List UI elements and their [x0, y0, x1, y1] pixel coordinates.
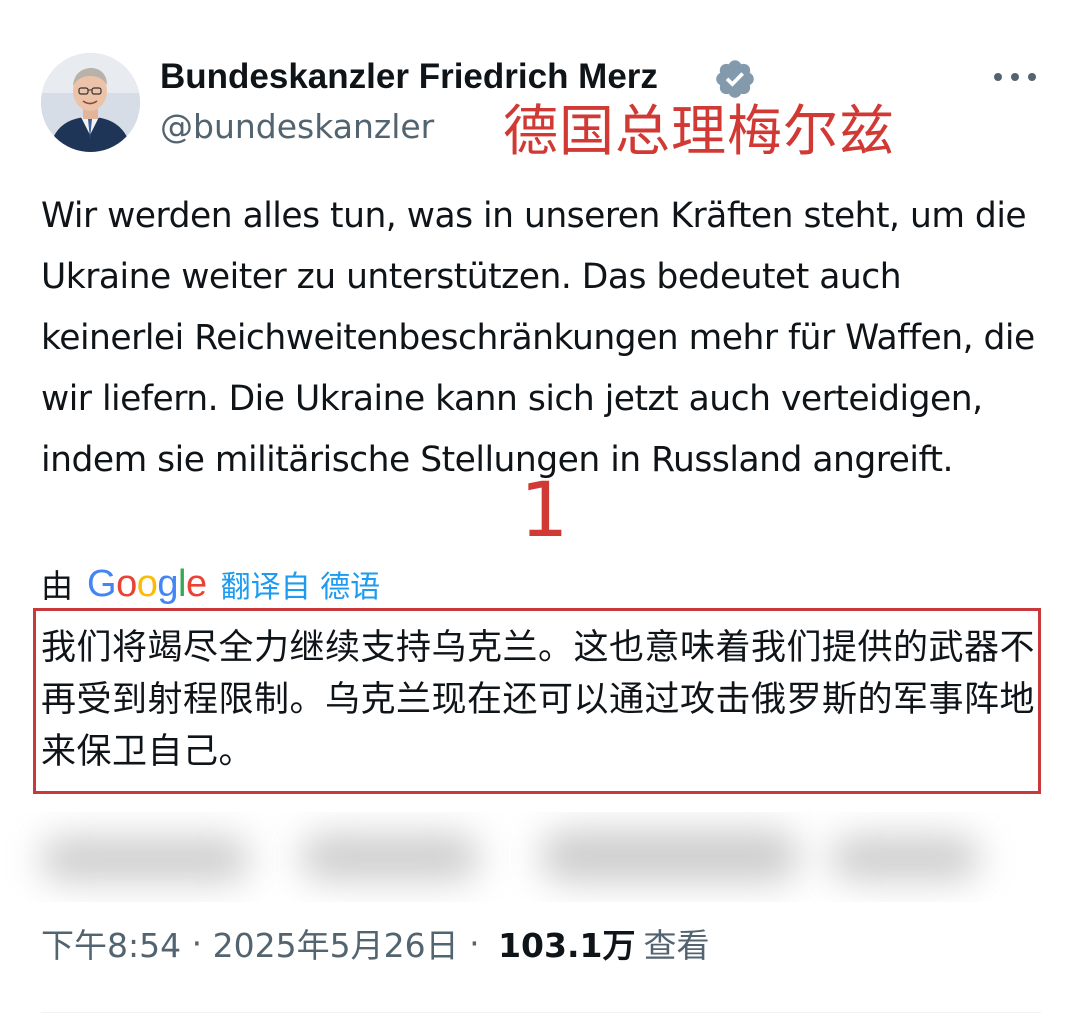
verified-badge-icon — [716, 60, 754, 98]
views-count: 103.1万 — [498, 926, 636, 965]
avatar[interactable] — [41, 53, 140, 152]
tweet-text: Wir werden alles tun, was in unseren Krä… — [41, 196, 1035, 480]
annotation-name-label: 德国总理梅尔兹 — [503, 99, 896, 163]
views-label: 查看 — [643, 926, 710, 965]
google-logo: Google — [87, 562, 207, 605]
tweet-date[interactable]: 2025年5月26日 — [213, 919, 459, 967]
translation-text: 我们将竭尽全力继续支持乌克兰。这也意味着我们提供的武器不再受到射程限制。乌克兰现… — [41, 628, 1036, 772]
divider — [41, 1012, 1041, 1013]
tweet-time[interactable]: 下午8:54 — [41, 919, 181, 967]
meta-separator: · — [458, 923, 491, 963]
translation-attribution: 由 Google 翻译自 德语 — [41, 560, 380, 608]
more-dot — [1028, 73, 1036, 81]
tweet-meta: 下午8:54 · 2025年5月26日 · 103.1万 查看 — [41, 918, 709, 968]
translated-from-link[interactable]: 翻译自 德语 — [221, 562, 381, 606]
more-options-icon[interactable] — [994, 60, 1036, 94]
more-dot — [994, 73, 1002, 81]
translated-by-label: 由 — [41, 567, 74, 605]
user-handle[interactable]: @bundeskanzler — [160, 107, 434, 147]
meta-separator: · — [181, 923, 213, 963]
blurred-content — [0, 812, 1080, 902]
avatar-photo — [41, 53, 140, 152]
annotation-marker: 1 — [520, 465, 569, 554]
display-name[interactable]: Bundeskanzler Friedrich Merz — [160, 56, 658, 98]
more-dot — [1011, 73, 1019, 81]
